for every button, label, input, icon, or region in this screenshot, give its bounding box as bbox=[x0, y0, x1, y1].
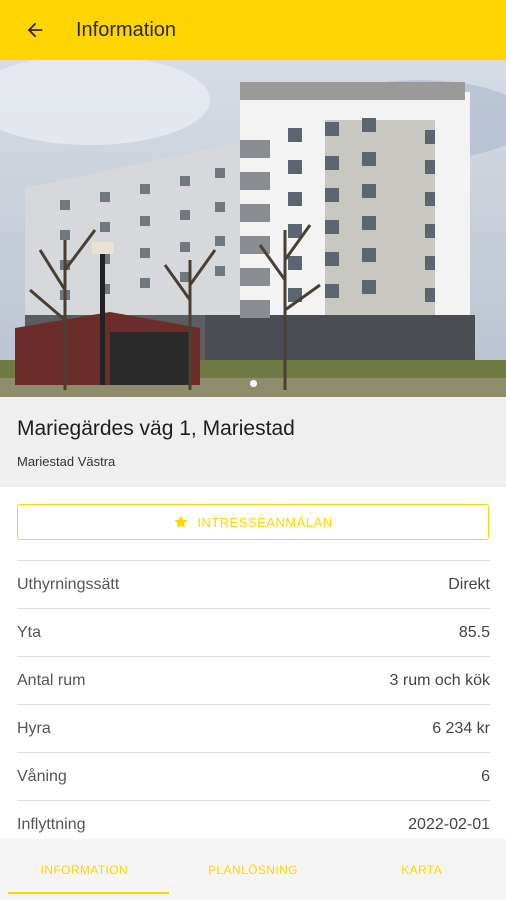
photo-page-indicator bbox=[0, 380, 506, 387]
property-photo[interactable] bbox=[0, 60, 506, 397]
app-bar: Information bbox=[0, 0, 506, 60]
detail-value: Direkt bbox=[448, 575, 490, 593]
tab-map[interactable]: KARTA bbox=[337, 840, 506, 900]
back-button[interactable] bbox=[0, 0, 70, 60]
interest-button-label: INTRESSEANMÄLAN bbox=[197, 514, 333, 530]
tab-floorplan[interactable]: PLANLÖSNING bbox=[169, 840, 338, 900]
tab-information[interactable]: INFORMATION bbox=[0, 840, 169, 900]
detail-row: Yta 85.5 bbox=[17, 608, 490, 656]
detail-label: Uthyrningssätt bbox=[17, 575, 120, 593]
page-dot[interactable] bbox=[249, 380, 257, 387]
detail-value: 6 bbox=[481, 767, 490, 785]
listing-area: Mariestad Västra bbox=[17, 454, 116, 469]
details-list: Uthyrningssätt Direkt Yta 85.5 Antal rum… bbox=[17, 560, 490, 848]
detail-value: 2022-02-01 bbox=[408, 815, 490, 833]
listing-header: Mariegärdes väg 1, Mariestad Mariestad V… bbox=[0, 397, 506, 487]
detail-label: Antal rum bbox=[17, 671, 86, 689]
page-title: Information bbox=[76, 18, 177, 41]
detail-value: 3 rum och kök bbox=[389, 671, 490, 689]
detail-value: 6 234 kr bbox=[432, 719, 490, 737]
detail-row: Våning 6 bbox=[17, 752, 490, 800]
detail-row: Antal rum 3 rum och kök bbox=[17, 656, 490, 704]
detail-row: Hyra 6 234 kr bbox=[17, 704, 490, 752]
bottom-tab-bar: INFORMATION PLANLÖSNING KARTA bbox=[0, 840, 506, 900]
detail-label: Hyra bbox=[17, 719, 51, 737]
interest-button[interactable]: INTRESSEANMÄLAN bbox=[17, 504, 489, 540]
detail-row: Uthyrningssätt Direkt bbox=[17, 560, 490, 608]
detail-label: Våning bbox=[17, 767, 67, 785]
detail-value: 85.5 bbox=[458, 623, 490, 641]
building-image bbox=[0, 60, 506, 397]
detail-label: Yta bbox=[17, 623, 42, 641]
arrow-left-icon bbox=[27, 22, 43, 38]
detail-label: Inflyttning bbox=[17, 815, 86, 833]
star-icon bbox=[174, 515, 188, 528]
listing-address: Mariegärdes väg 1, Mariestad bbox=[17, 417, 295, 440]
